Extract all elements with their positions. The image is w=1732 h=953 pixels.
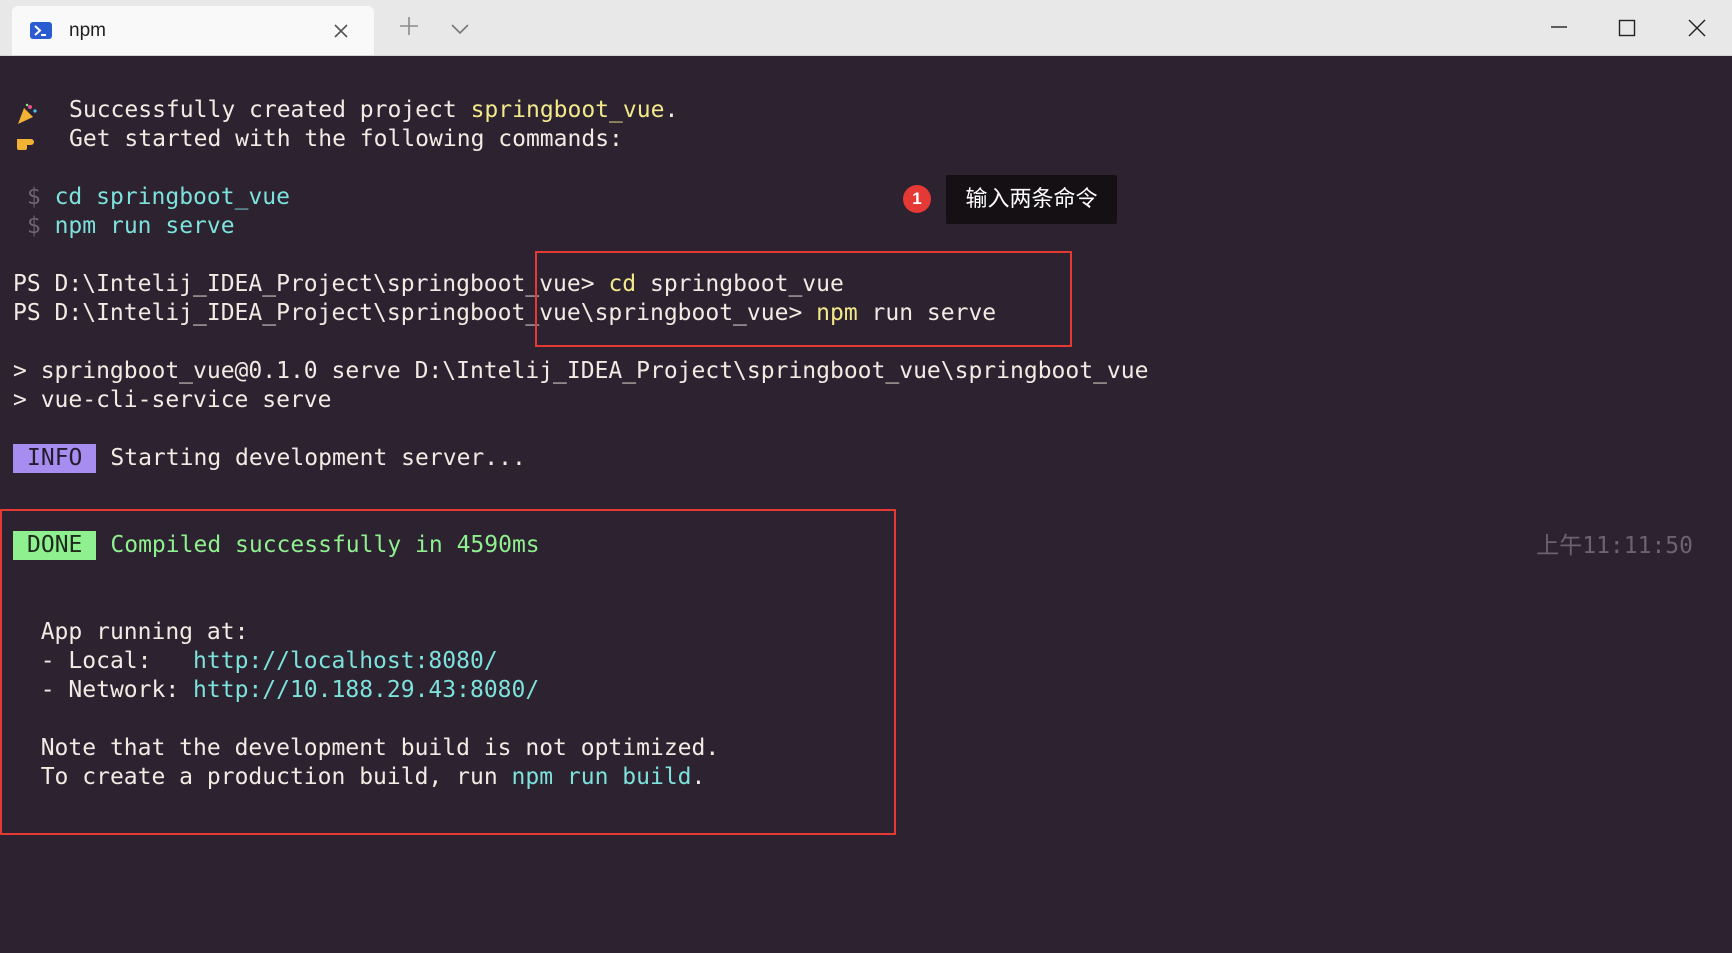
created-prefix: Successfully created project xyxy=(69,97,471,123)
powershell-icon xyxy=(30,22,52,39)
scrollbar[interactable] xyxy=(1726,56,1732,953)
tab-npm[interactable]: npm xyxy=(12,6,374,55)
info-line: INFO Starting development server... xyxy=(13,444,526,473)
minimize-icon[interactable] xyxy=(1550,17,1568,39)
info-badge: INFO xyxy=(13,444,97,473)
close-window-icon[interactable] xyxy=(1688,19,1706,41)
cmd2-prompt: $ xyxy=(26,213,41,239)
cmd1-line: $ cd springboot_vue xyxy=(13,183,290,212)
highlight-box-output xyxy=(0,509,896,835)
project-name: springboot_vue xyxy=(470,97,665,123)
output-line-1: > springboot_vue@0.1.0 serve D:\Intelij_… xyxy=(13,358,1149,384)
info-text: Starting development server... xyxy=(110,445,526,471)
get-started-line: Get started with the following commands: xyxy=(69,126,623,152)
output-line-2: > vue-cli-service serve xyxy=(13,387,332,413)
chevron-down-icon[interactable] xyxy=(450,20,470,39)
ps1-prompt: PS D:\Intelij_IDEA_Project\springboot_vu… xyxy=(13,271,609,297)
maximize-icon[interactable] xyxy=(1618,19,1636,41)
highlight-box-commands xyxy=(535,251,1072,347)
cmd1-text: cd springboot_vue xyxy=(54,184,290,210)
pointing-hand-icon xyxy=(15,129,39,153)
tab-title: npm xyxy=(69,20,106,41)
cmd1-prompt: $ xyxy=(26,184,41,210)
cmd2-line: $ npm run serve xyxy=(13,212,235,241)
cmd2-text: npm run serve xyxy=(54,213,235,239)
party-popper-icon xyxy=(15,102,39,126)
plus-icon[interactable] xyxy=(398,15,420,41)
callout-number: 1 xyxy=(903,185,931,213)
created-suffix: . xyxy=(664,97,679,123)
close-icon[interactable] xyxy=(332,22,350,40)
callout-label: 输入两条命令 xyxy=(946,175,1117,224)
title-bar: npm xyxy=(0,0,1732,56)
created-line: Successfully created project springboot_… xyxy=(69,96,678,125)
timestamp: 上午11:11:50 xyxy=(1536,533,1693,559)
